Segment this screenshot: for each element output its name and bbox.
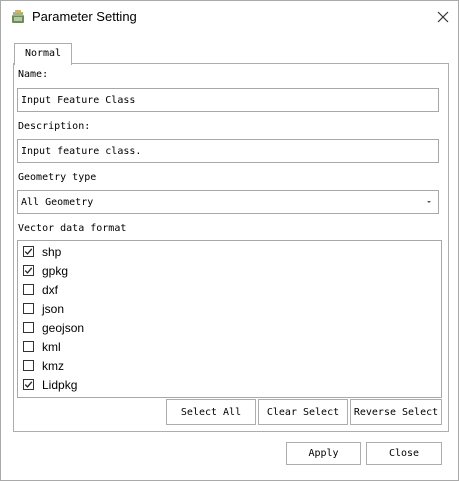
geometry-type-label: Geometry type — [18, 172, 97, 183]
description-label: Description: — [18, 121, 91, 132]
format-item-shp[interactable]: shp — [23, 242, 223, 261]
geometry-type-select[interactable]: All Geometry — [17, 190, 439, 214]
window-title: Parameter Setting — [32, 9, 137, 24]
checkmark-icon — [24, 248, 33, 255]
format-label: json — [42, 301, 65, 316]
tab-normal[interactable]: Normal — [14, 43, 72, 65]
checkbox-unchecked[interactable] — [23, 284, 34, 295]
checkbox-unchecked[interactable] — [23, 303, 34, 314]
close-button[interactable]: Close — [366, 442, 442, 465]
format-item-json[interactable]: json — [23, 299, 223, 318]
close-window-button[interactable] — [429, 5, 457, 29]
vector-format-label: Vector data format — [18, 223, 127, 234]
chevron-down-icon — [427, 201, 431, 203]
name-input[interactable] — [18, 89, 438, 111]
app-icon — [12, 10, 24, 23]
format-label: kmz — [42, 358, 64, 373]
format-label: geojson — [42, 320, 85, 335]
close-icon — [437, 11, 449, 23]
clear-select-button[interactable]: Clear Select — [258, 399, 348, 425]
format-item-dxf[interactable]: dxf — [23, 280, 223, 299]
format-label: gpkg — [42, 263, 69, 278]
format-label: Lidpkg — [42, 377, 78, 392]
format-item-geojson[interactable]: geojson — [23, 318, 223, 337]
checkbox-checked[interactable] — [23, 246, 34, 257]
select-all-button[interactable]: Select All — [166, 399, 256, 425]
description-input[interactable] — [18, 140, 438, 162]
title-bar: Parameter Setting — [1, 1, 458, 33]
reverse-select-button[interactable]: Reverse Select — [350, 399, 442, 425]
format-label: dxf — [42, 282, 59, 297]
description-field[interactable] — [17, 139, 439, 163]
checkbox-checked[interactable] — [23, 379, 34, 390]
format-label: shp — [42, 244, 62, 259]
format-label: kml — [42, 339, 61, 354]
checkbox-unchecked[interactable] — [23, 322, 34, 333]
format-item-lidpkg[interactable]: Lidpkg — [23, 375, 223, 394]
checkmark-icon — [24, 381, 33, 388]
checkbox-unchecked[interactable] — [23, 341, 34, 352]
name-label: Name: — [18, 69, 49, 80]
vector-format-list: shp gpkg dxf json geojson kml kmz Lidpkg — [17, 240, 442, 398]
name-field[interactable] — [17, 88, 439, 112]
apply-button[interactable]: Apply — [286, 442, 361, 465]
format-item-kmz[interactable]: kmz — [23, 356, 223, 375]
checkmark-icon — [24, 267, 33, 274]
parameter-setting-dialog: Parameter Setting Normal Name: Descripti… — [0, 0, 459, 481]
format-item-gpkg[interactable]: gpkg — [23, 261, 223, 280]
geometry-type-value: All Geometry — [21, 197, 94, 208]
checkbox-checked[interactable] — [23, 265, 34, 276]
checkbox-unchecked[interactable] — [23, 360, 34, 371]
format-item-kml[interactable]: kml — [23, 337, 223, 356]
